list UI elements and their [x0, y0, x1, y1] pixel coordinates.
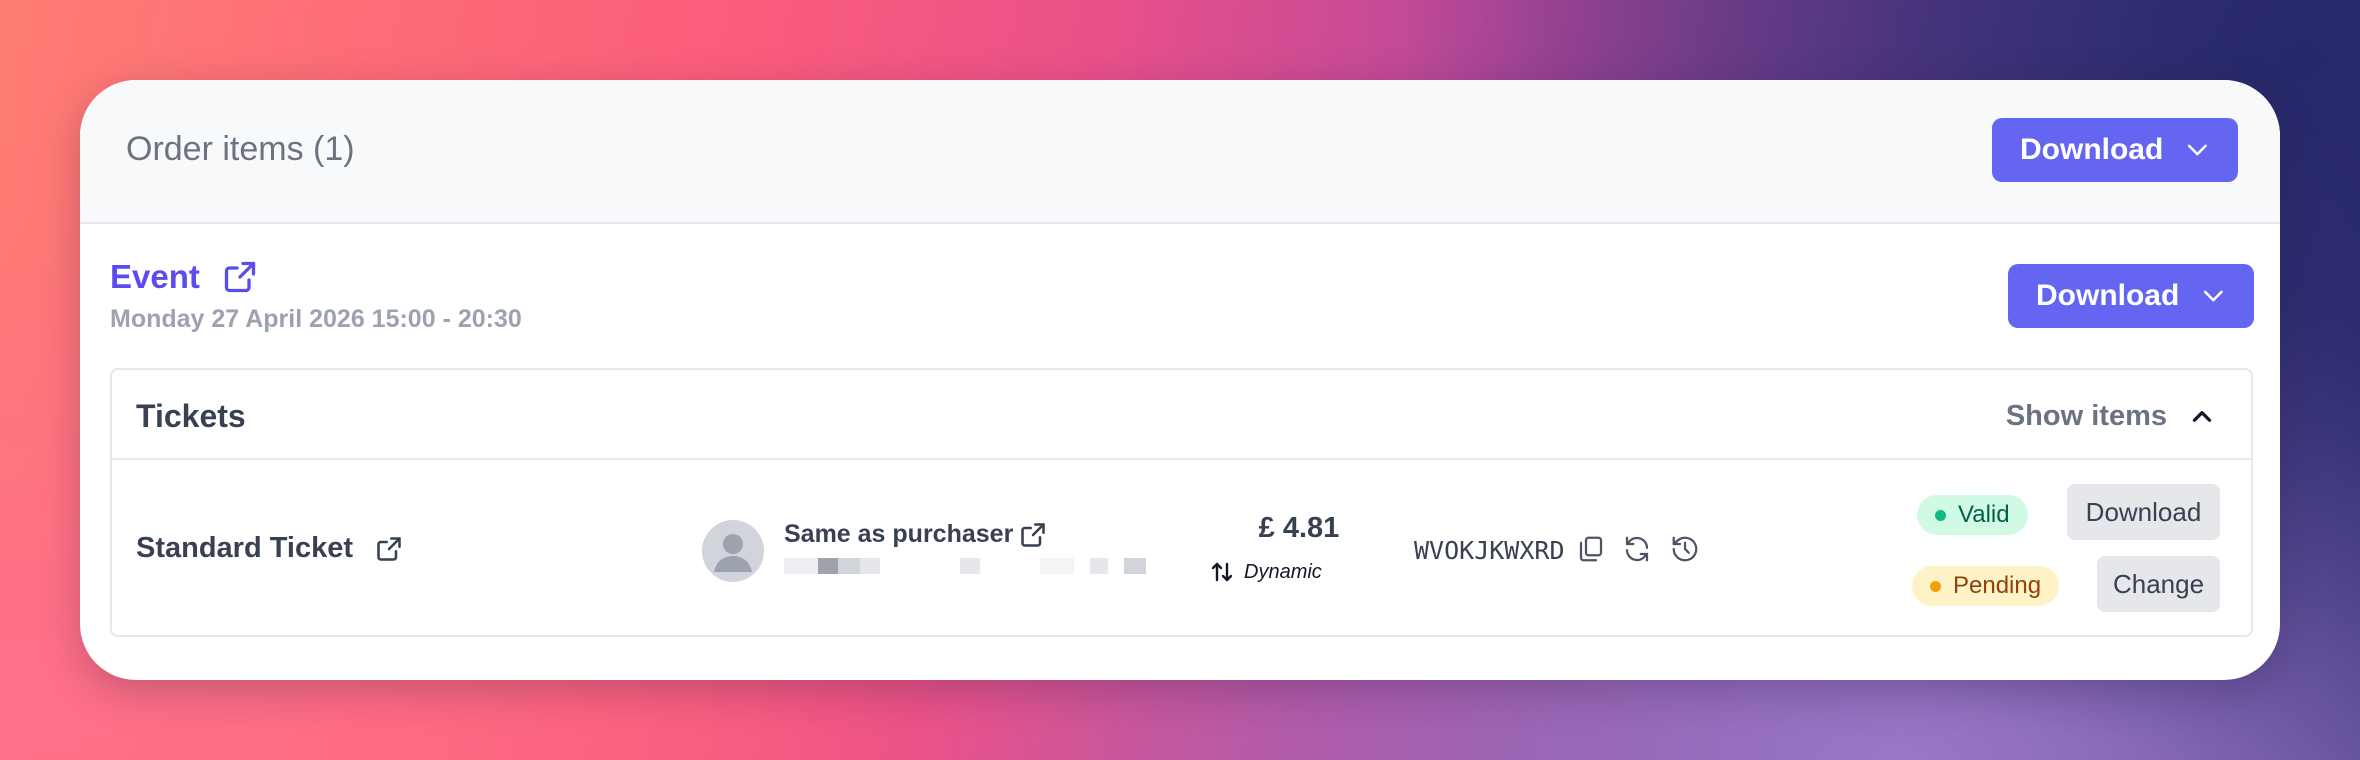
external-link-icon: [224, 261, 256, 293]
status-label: Pending: [1953, 572, 2042, 599]
holder-link[interactable]: Same as purchaser: [784, 520, 1047, 549]
external-link-icon: [1021, 522, 1046, 547]
download-button-label: Download: [2020, 133, 2164, 166]
status-dot: [1930, 580, 1941, 592]
chevron-down-icon: [2204, 290, 2224, 302]
ticket-name-link[interactable]: Standard Ticket: [136, 532, 403, 565]
price-type: Dynamic: [1210, 560, 1322, 584]
card-title: Order items (1): [126, 130, 355, 168]
chevron-up-icon: [2192, 410, 2212, 422]
sort-arrows-icon: [1211, 562, 1233, 582]
order-items-card: Order items (1) Download Event Monday 27…: [80, 80, 2280, 680]
status-dot: [1935, 509, 1946, 521]
chevron-down-icon: [2188, 144, 2208, 156]
holder-name: Same as purchaser: [784, 520, 1014, 548]
card-header: Order items (1) Download: [80, 80, 2280, 224]
event-download-button[interactable]: Download: [2008, 264, 2254, 328]
status-badge-pending: Pending: [1912, 566, 2060, 606]
tickets-label: Tickets: [136, 398, 246, 434]
external-link-icon: [377, 536, 401, 561]
ticket-row: Standard Ticket Same as purchaser £ 4.81…: [112, 460, 2251, 636]
event-link[interactable]: Event: [110, 258, 258, 296]
price-type-label: Dynamic: [1244, 560, 1322, 583]
event-title: Event: [110, 258, 200, 295]
show-items-label: Show items: [2005, 400, 2167, 432]
ticket-price: £ 4.81: [1258, 512, 1340, 544]
ticket-change-button[interactable]: Change: [2097, 556, 2220, 612]
status-badge-valid: Valid: [1917, 495, 2028, 535]
copy-icon[interactable]: [1576, 534, 1606, 564]
event-date: Monday 27 April 2026 15:00 - 20:30: [110, 305, 522, 333]
refresh-icon[interactable]: [1622, 534, 1652, 564]
ticket-code: WVOKJKWXRD: [1414, 536, 1565, 565]
redacted-holder-email: [784, 558, 1164, 574]
download-button-label: Download: [2036, 279, 2180, 312]
tickets-panel: Tickets Show items Standard Ticket Same …: [110, 368, 2253, 637]
ticket-download-button[interactable]: Download: [2067, 484, 2220, 540]
tickets-header: Tickets Show items: [112, 370, 2251, 460]
history-icon[interactable]: [1670, 534, 1700, 564]
user-avatar-icon: [702, 520, 764, 582]
ticket-name: Standard Ticket: [136, 532, 354, 564]
order-download-button[interactable]: Download: [1992, 118, 2238, 182]
show-items-toggle[interactable]: Show items: [2006, 400, 2215, 433]
status-label: Valid: [1958, 501, 2010, 528]
